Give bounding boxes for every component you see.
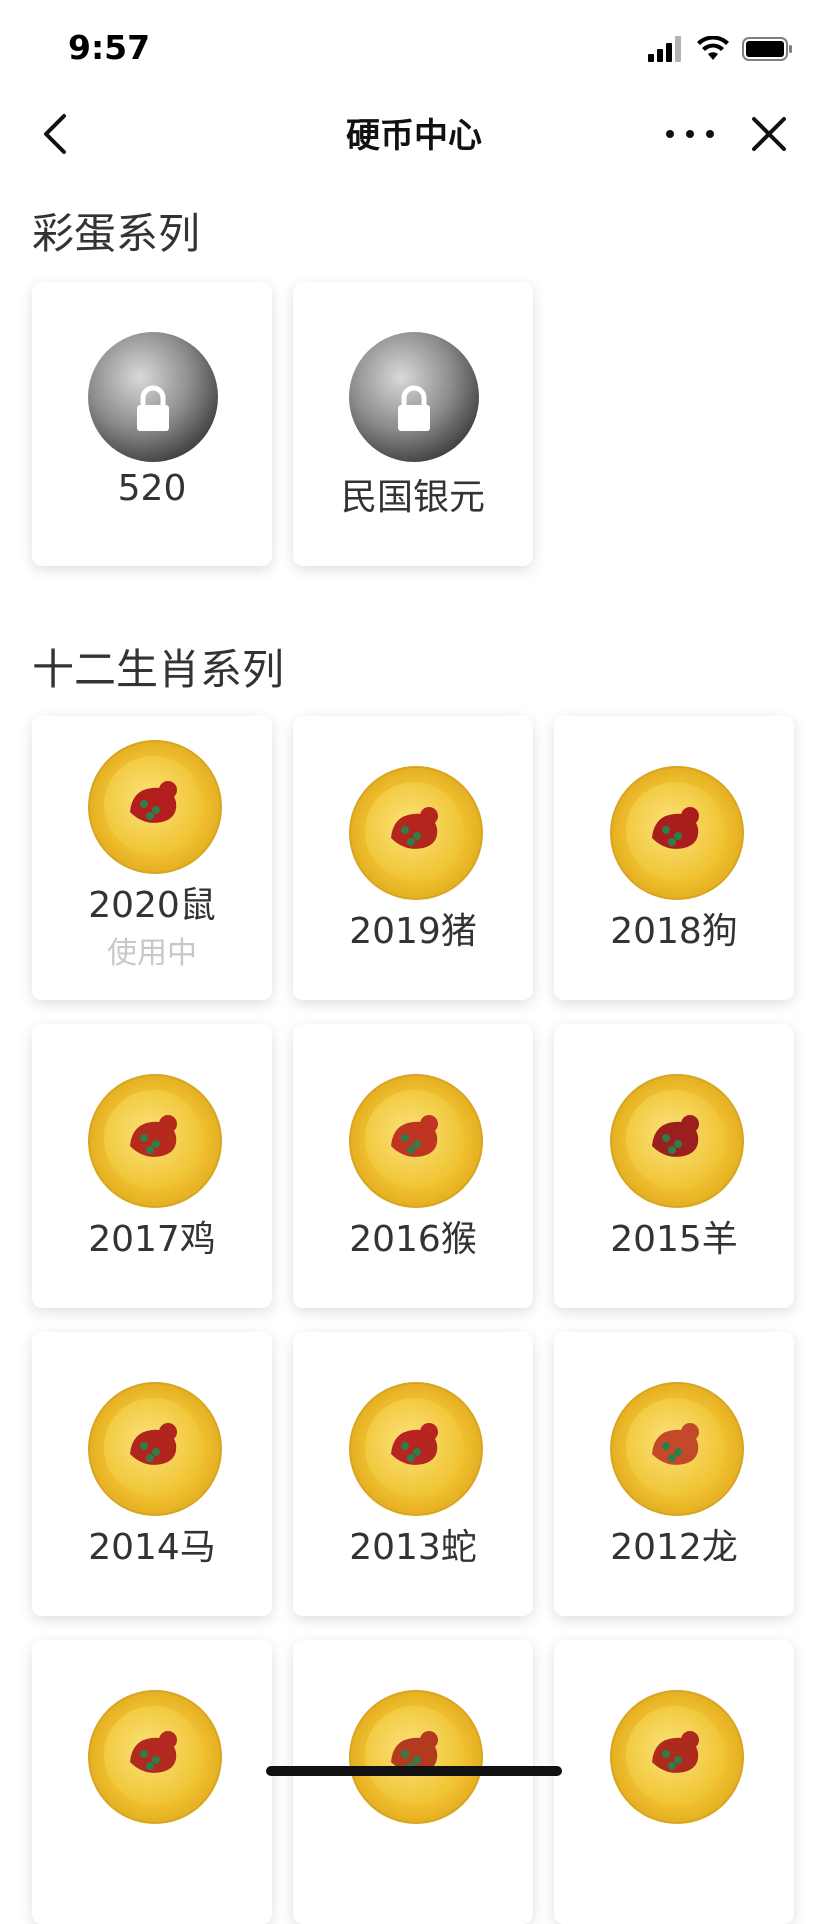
- status-time: 9:57: [68, 28, 151, 67]
- zodiac-motif-icon: [391, 1423, 438, 1465]
- coin-image: [610, 766, 744, 900]
- coin-card[interactable]: 民国银元: [293, 282, 533, 566]
- coin-card[interactable]: 2020鼠使用中: [32, 716, 272, 1000]
- coin-image: [610, 1074, 744, 1208]
- coin-image: [88, 332, 218, 462]
- section-title-easter-egg: 彩蛋系列: [32, 209, 201, 258]
- section-title-zodiac: 十二生肖系列: [32, 645, 285, 694]
- coin-label: 520: [117, 468, 187, 509]
- status-bar: 9:57: [0, 0, 828, 96]
- status-icons: [648, 34, 794, 64]
- coin-label: 2019猪: [349, 911, 477, 952]
- coin-label: 2012龙: [610, 1527, 738, 1568]
- zodiac-motif-icon: [130, 781, 177, 823]
- coin-image: [349, 1382, 483, 1516]
- coin-image: [349, 1074, 483, 1208]
- coin-label: 2020鼠: [88, 885, 216, 926]
- coin-label: 2016猴: [349, 1219, 477, 1260]
- zodiac-motif-icon: [391, 1115, 438, 1157]
- coin-label: 2014马: [88, 1527, 216, 1568]
- coin-label: 2013蛇: [349, 1527, 477, 1568]
- coin-card[interactable]: 2014马: [32, 1332, 272, 1616]
- coin-label: 2018狗: [610, 911, 738, 952]
- coin-image: [349, 1690, 483, 1824]
- coin-card[interactable]: 2016猴: [293, 1024, 533, 1308]
- coin-image: [88, 1382, 222, 1516]
- zodiac-motif-icon: [130, 1115, 177, 1157]
- coin-card[interactable]: 520: [32, 282, 272, 566]
- zodiac-motif-icon: [130, 1423, 177, 1465]
- wifi-icon: [697, 36, 729, 60]
- coin-card[interactable]: 2013蛇: [293, 1332, 533, 1616]
- coin-card[interactable]: 2012龙: [554, 1332, 794, 1616]
- zodiac-motif-icon: [652, 1115, 699, 1157]
- coin-label: 民国银元: [340, 477, 485, 518]
- home-indicator[interactable]: [266, 1766, 562, 1776]
- zodiac-motif-icon: [130, 1731, 177, 1773]
- coin-card[interactable]: 2018狗: [554, 716, 794, 1000]
- coin-image: [88, 1074, 222, 1208]
- lock-icon: [137, 385, 169, 431]
- coin-label: 2017鸡: [88, 1219, 216, 1260]
- zodiac-motif-icon: [652, 807, 699, 849]
- coin-card[interactable]: [32, 1640, 272, 1924]
- coin-card[interactable]: 2017鸡: [32, 1024, 272, 1308]
- coin-image: [349, 766, 483, 900]
- coin-label: 2015羊: [610, 1219, 738, 1260]
- zodiac-motif-icon: [652, 1731, 699, 1773]
- coin-image: [610, 1690, 744, 1824]
- coin-image: [349, 332, 479, 462]
- zodiac-motif-icon: [652, 1423, 699, 1465]
- coin-card[interactable]: 2019猪: [293, 716, 533, 1000]
- zodiac-motif-icon: [391, 807, 438, 849]
- coin-card[interactable]: 2015羊: [554, 1024, 794, 1308]
- coin-card[interactable]: [554, 1640, 794, 1924]
- close-icon[interactable]: [748, 110, 790, 158]
- coin-image: [88, 1690, 222, 1824]
- coin-card[interactable]: [293, 1640, 533, 1924]
- lock-icon: [398, 385, 430, 431]
- nav-bar: 硬币中心: [0, 96, 828, 170]
- signal-icon: [648, 36, 681, 62]
- more-icon[interactable]: [660, 110, 720, 158]
- battery-icon: [742, 37, 792, 61]
- in-use-label: 使用中: [107, 936, 197, 971]
- coin-image: [88, 740, 222, 874]
- coin-image: [610, 1382, 744, 1516]
